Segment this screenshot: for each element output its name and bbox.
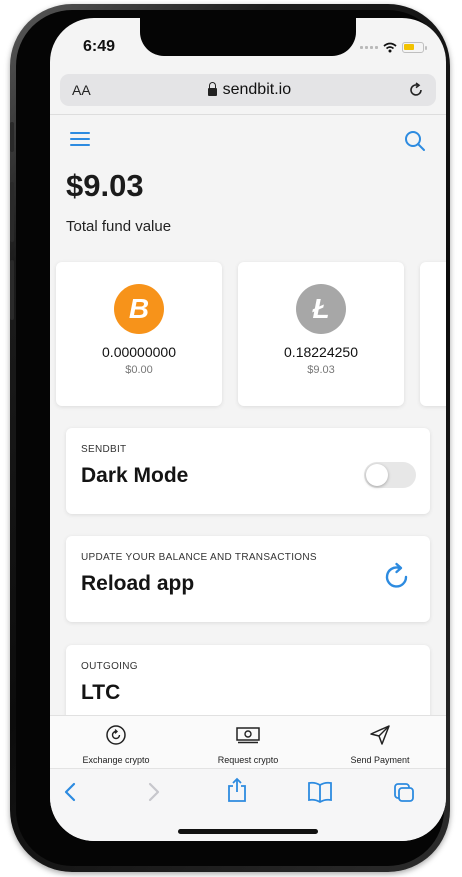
card-title: Dark Mode	[81, 464, 189, 487]
coin-fiat-value: $0.00	[125, 364, 153, 376]
tab-exchange-crypto[interactable]: Exchange crypto	[50, 716, 182, 768]
card-kicker: OUTGOING	[81, 661, 138, 672]
card-title: LTC	[81, 681, 121, 704]
phone-screen: 6:49 AA sendbit.io $9.03 Total fund valu…	[50, 18, 446, 841]
coin-fiat-value: $9.03	[307, 364, 335, 376]
reload-card[interactable]: UPDATE YOUR BALANCE AND TRANSACTIONS Rel…	[66, 536, 430, 622]
coin-card-next[interactable]	[420, 262, 446, 406]
app-tab-bar: Exchange crypto Request crypto Send Paym…	[50, 715, 446, 768]
address-bar[interactable]: AA sendbit.io	[60, 74, 436, 106]
home-indicator[interactable]	[178, 829, 318, 834]
total-balance: $9.03	[66, 168, 144, 203]
browser-toolbar	[50, 768, 446, 841]
hamburger-icon[interactable]	[70, 132, 90, 146]
header-divider	[50, 114, 446, 115]
tab-request-crypto[interactable]: Request crypto	[182, 716, 314, 768]
phone-volume-up	[10, 182, 14, 242]
total-balance-label: Total fund value	[66, 218, 172, 235]
card-kicker: SENDBIT	[81, 444, 127, 455]
card-title: Reload app	[81, 572, 195, 595]
bookmarks-icon[interactable]	[307, 781, 333, 803]
send-icon	[370, 725, 390, 745]
cash-icon	[236, 727, 260, 744]
reload-icon[interactable]	[382, 562, 412, 592]
reload-page-icon[interactable]	[408, 82, 424, 98]
exchange-icon	[106, 725, 126, 745]
tab-label: Request crypto	[217, 755, 279, 765]
signal-icon	[360, 46, 378, 49]
share-icon[interactable]	[226, 777, 248, 803]
bitcoin-icon: B	[114, 284, 164, 334]
phone-volume-down	[10, 260, 14, 320]
lock-icon	[207, 82, 217, 96]
status-indicators	[360, 42, 427, 53]
dark-mode-card: SENDBIT Dark Mode	[66, 428, 430, 514]
litecoin-icon: Ł	[296, 284, 346, 334]
status-time: 6:49	[83, 38, 116, 55]
card-kicker: UPDATE YOUR BALANCE AND TRANSACTIONS	[81, 552, 317, 563]
tab-label: Exchange crypto	[82, 755, 150, 765]
coin-amount: 0.00000000	[102, 344, 176, 360]
battery-icon	[402, 42, 427, 53]
tab-send-payment[interactable]: Send Payment	[314, 716, 446, 768]
dark-mode-toggle[interactable]	[364, 462, 416, 488]
back-icon[interactable]	[62, 781, 78, 803]
url-text: sendbit.io	[222, 81, 292, 98]
tab-label: Send Payment	[350, 755, 410, 765]
text-size-button[interactable]: AA	[72, 82, 91, 98]
coin-card-litecoin[interactable]: Ł 0.18224250 $9.03	[238, 262, 404, 406]
search-icon[interactable]	[404, 130, 426, 152]
forward-icon[interactable]	[146, 781, 162, 803]
coin-amount: 0.18224250	[284, 344, 358, 360]
tabs-icon[interactable]	[392, 781, 416, 803]
phone-mute-switch	[10, 122, 14, 152]
url-display[interactable]: sendbit.io	[207, 81, 292, 99]
coin-card-bitcoin[interactable]: B 0.00000000 $0.00	[56, 262, 222, 406]
wifi-icon	[383, 42, 397, 53]
toggle-knob	[366, 464, 388, 486]
notch	[140, 18, 356, 56]
